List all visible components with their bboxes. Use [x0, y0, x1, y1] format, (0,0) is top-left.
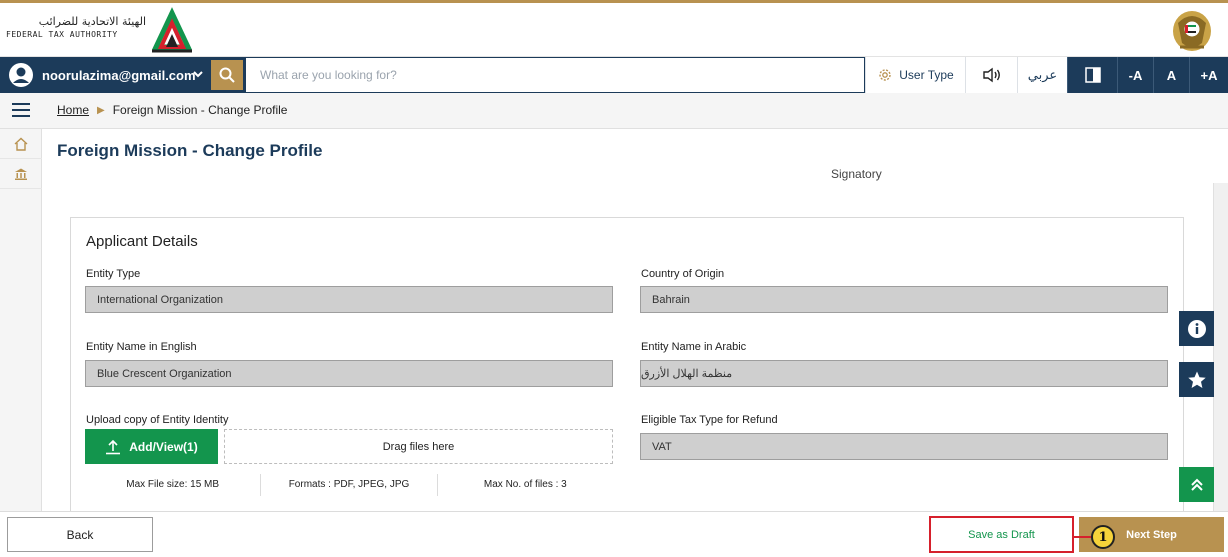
user-email: noorulazima@gmail.com [42, 67, 196, 83]
gear-icon [879, 69, 891, 81]
add-view-button[interactable]: Add/View(1) [85, 429, 218, 464]
font-increase-button[interactable]: +A [1189, 57, 1228, 93]
upload-icon [106, 439, 121, 454]
logo-english-text: FEDERAL TAX AUTHORITY [6, 30, 118, 39]
home-icon [14, 137, 28, 151]
page-title: Foreign Mission - Change Profile [57, 141, 323, 160]
step-number-badge: 1 [1091, 525, 1115, 549]
double-chevron-up-icon [1190, 478, 1203, 491]
scroll-to-top-button[interactable] [1179, 467, 1214, 502]
uae-emblem-icon [1173, 11, 1211, 51]
search-input[interactable] [246, 58, 864, 92]
back-button[interactable]: Back [7, 517, 153, 552]
entity-name-english-field[interactable]: Blue Crescent Organization [85, 360, 613, 387]
max-files-text: Max No. of files : 3 [436, 474, 613, 496]
eligible-tax-type-field[interactable]: VAT [640, 433, 1168, 460]
applicant-details-card: Applicant Details Entity Type Internatio… [70, 217, 1184, 511]
user-menu[interactable]: noorulazima@gmail.com [0, 57, 210, 93]
applicant-details-title: Applicant Details [86, 233, 198, 250]
top-navbar: noorulazima@gmail.com User Type عربي -A [0, 57, 1228, 93]
user-type-label: User Type [899, 68, 954, 82]
text-to-speech-button[interactable] [965, 57, 1017, 93]
upload-constraints: Max File size: 15 MB Formats : PDF, JPEG… [85, 474, 613, 496]
max-file-size-text: Max File size: 15 MB [126, 479, 220, 490]
hamburger-menu-icon[interactable] [12, 103, 30, 117]
contrast-icon [1084, 67, 1101, 83]
user-type-button[interactable]: User Type [865, 57, 965, 93]
breadcrumb-bar: Home ▶ Foreign Mission - Change Profile [0, 93, 1228, 129]
font-decrease-button[interactable]: -A [1117, 57, 1153, 93]
search-button[interactable] [211, 60, 243, 90]
signatory-partial-text: Signatory [831, 167, 882, 181]
left-sidebar [0, 129, 42, 511]
site-header: الهيئة الاتحادية للضرائب FEDERAL TAX AUT… [0, 3, 1228, 57]
breadcrumb-current: Foreign Mission - Change Profile [112, 103, 288, 117]
entity-type-field[interactable]: International Organization [85, 286, 613, 313]
entity-name-english-label: Entity Name in English [86, 341, 197, 353]
info-icon [1187, 319, 1206, 338]
save-as-draft-button[interactable]: Save as Draft [929, 516, 1074, 553]
main-content: Foreign Mission - Change Profile Signato… [43, 129, 1213, 511]
eligible-tax-type-label: Eligible Tax Type for Refund [641, 414, 778, 426]
entity-type-label: Entity Type [86, 268, 141, 280]
star-icon [1187, 371, 1206, 388]
breadcrumb-arrow-icon: ▶ [97, 104, 105, 116]
add-view-label: Add/View(1) [129, 439, 198, 454]
search-box [246, 57, 864, 93]
callout-connector-line [1074, 536, 1091, 538]
contrast-toggle[interactable] [1067, 57, 1117, 93]
entity-name-arabic-field[interactable]: منظمة الهلال الأزرق [640, 360, 1168, 387]
info-button[interactable] [1179, 311, 1214, 346]
sidebar-item-home[interactable] [0, 129, 42, 159]
form-footer: Back Save as Draft Next Step [0, 511, 1228, 557]
vertical-scrollbar[interactable] [1213, 183, 1228, 511]
user-avatar-icon [9, 63, 33, 87]
file-drop-zone[interactable]: Drag files here [224, 429, 613, 464]
upload-entity-identity-label: Upload copy of Entity Identity [86, 414, 229, 426]
fta-logo-text[interactable]: الهيئة الاتحادية للضرائب FEDERAL TAX AUT… [6, 15, 146, 40]
file-formats-text: Formats : PDF, JPEG, JPG [260, 474, 436, 496]
search-icon [219, 67, 235, 83]
chevron-down-icon[interactable] [192, 68, 204, 80]
language-toggle[interactable]: عربي [1017, 57, 1067, 93]
logo-arabic-text: الهيئة الاتحادية للضرائب [38, 15, 146, 28]
favorites-button[interactable] [1179, 362, 1214, 397]
sidebar-item-institution[interactable] [0, 159, 42, 189]
speaker-icon [982, 67, 1000, 83]
country-of-origin-field[interactable]: Bahrain [640, 286, 1168, 313]
breadcrumb-home-link[interactable]: Home [57, 103, 89, 117]
breadcrumb: Home ▶ Foreign Mission - Change Profile [57, 103, 287, 117]
fta-logo-icon[interactable] [150, 7, 194, 53]
country-of-origin-label: Country of Origin [641, 268, 725, 280]
font-normal-button[interactable]: A [1153, 57, 1189, 93]
bank-icon [15, 168, 27, 180]
entity-name-arabic-label: Entity Name in Arabic [641, 341, 747, 353]
